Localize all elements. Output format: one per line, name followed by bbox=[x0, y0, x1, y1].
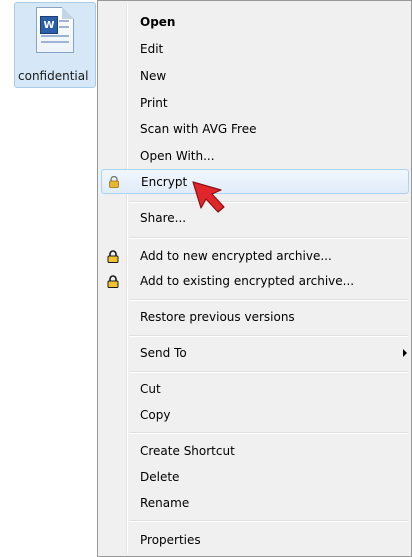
menu-item-share[interactable]: Share... bbox=[101, 206, 409, 230]
menu-item-label: Print bbox=[140, 96, 168, 110]
menu-item-properties[interactable]: Properties bbox=[101, 528, 409, 552]
menu-separator bbox=[129, 299, 408, 301]
menu-separator bbox=[129, 371, 408, 373]
submenu-arrow-icon bbox=[403, 349, 407, 357]
menu-separator bbox=[129, 335, 408, 337]
menu-separator bbox=[129, 237, 408, 239]
menu-item-label: Open With... bbox=[140, 149, 215, 163]
menu-separator bbox=[129, 201, 408, 203]
word-document-icon: W bbox=[36, 7, 74, 53]
menu-item-label: Delete bbox=[140, 470, 180, 484]
word-badge: W bbox=[40, 16, 58, 34]
menu-item-label: Encrypt bbox=[141, 174, 188, 189]
context-menu: Open Edit New Print Scan with AVG Free O… bbox=[97, 0, 412, 557]
menu-item-open[interactable]: Open bbox=[101, 10, 409, 34]
padlock-icon bbox=[105, 248, 121, 264]
menu-separator bbox=[129, 520, 408, 522]
menu-item-add-new-encrypted-archive[interactable]: Add to new encrypted archive... bbox=[101, 244, 409, 268]
menu-item-print[interactable]: Print bbox=[101, 91, 409, 115]
menu-item-label: Cut bbox=[140, 382, 161, 396]
lock-icon bbox=[106, 174, 122, 190]
padlock-icon bbox=[105, 273, 121, 289]
menu-item-label: Restore previous versions bbox=[140, 310, 295, 324]
menu-item-send-to[interactable]: Send To bbox=[101, 341, 409, 365]
menu-item-label: Add to existing encrypted archive... bbox=[140, 274, 355, 288]
file-name-label: confidential bbox=[18, 69, 89, 83]
menu-item-edit[interactable]: Edit bbox=[101, 37, 409, 61]
menu-separator bbox=[129, 432, 408, 434]
menu-item-label: Create Shortcut bbox=[140, 444, 235, 458]
menu-item-label: Rename bbox=[140, 496, 190, 510]
menu-item-label: Properties bbox=[140, 533, 201, 547]
menu-item-cut[interactable]: Cut bbox=[101, 377, 409, 401]
menu-item-label: Copy bbox=[140, 408, 171, 422]
menu-item-copy[interactable]: Copy bbox=[101, 403, 409, 427]
menu-item-restore-previous-versions[interactable]: Restore previous versions bbox=[101, 305, 409, 329]
menu-item-new[interactable]: New bbox=[101, 64, 409, 88]
menu-item-label: New bbox=[140, 69, 167, 83]
menu-item-label: Add to new encrypted archive... bbox=[140, 249, 332, 263]
menu-item-add-existing-encrypted-archive[interactable]: Add to existing encrypted archive... bbox=[101, 269, 409, 293]
menu-item-label: Scan with AVG Free bbox=[140, 122, 257, 136]
menu-item-encrypt[interactable]: Encrypt bbox=[101, 169, 409, 194]
menu-item-rename[interactable]: Rename bbox=[101, 491, 409, 515]
menu-item-scan-avg[interactable]: Scan with AVG Free bbox=[101, 117, 409, 141]
menu-item-label: Open bbox=[140, 15, 176, 29]
menu-item-create-shortcut[interactable]: Create Shortcut bbox=[101, 439, 409, 463]
menu-item-label: Edit bbox=[140, 42, 164, 56]
desktop-file-icon[interactable]: W confidential bbox=[14, 2, 96, 88]
menu-item-open-with[interactable]: Open With... bbox=[101, 144, 409, 168]
menu-item-label: Send To bbox=[140, 346, 187, 360]
menu-item-label: Share... bbox=[140, 211, 187, 225]
menu-item-delete[interactable]: Delete bbox=[101, 465, 409, 489]
